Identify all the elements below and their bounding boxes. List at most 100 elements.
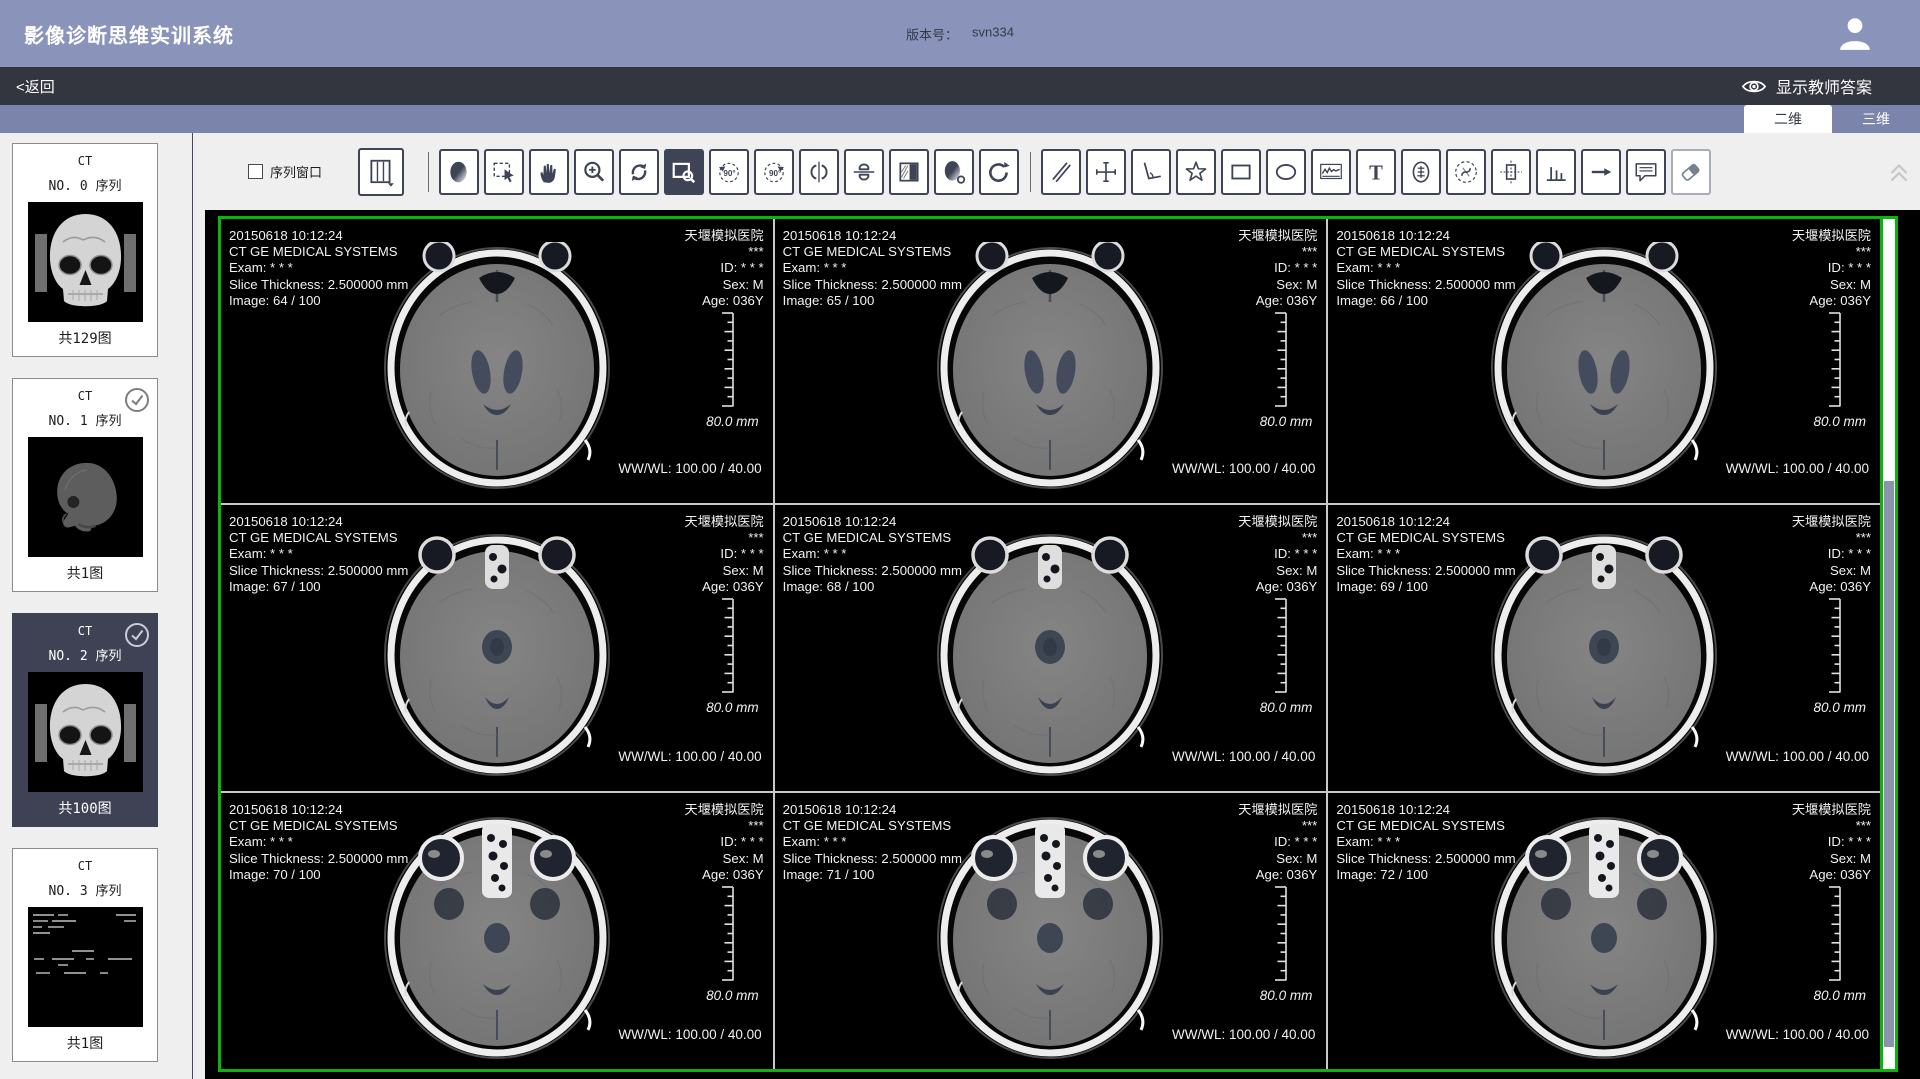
- series-card-3[interactable]: CTNO. 3 序列 共1图: [12, 848, 158, 1062]
- overlay-masked: ***: [1238, 244, 1317, 260]
- ct-brain-image: [381, 242, 613, 490]
- overlay-sex: Sex: M: [1238, 851, 1317, 867]
- overlay-datetime: 20150618 10:12:24: [783, 514, 962, 530]
- window-level-button[interactable]: [439, 149, 479, 195]
- scale-ruler: [720, 885, 735, 983]
- reset-button[interactable]: [979, 149, 1019, 195]
- ct-viewport-cell-5[interactable]: 20150618 10:12:24CT GE MEDICAL SYSTEMSEx…: [1328, 505, 1880, 791]
- series-modality: CT: [13, 154, 157, 168]
- ct-viewport-cell-3[interactable]: 20150618 10:12:24CT GE MEDICAL SYSTEMSEx…: [221, 505, 773, 791]
- ct-brain-image: [934, 242, 1166, 490]
- window-level-auto-button[interactable]: [934, 149, 974, 195]
- collapse-toolbar-button[interactable]: [1886, 159, 1912, 185]
- overlay-hospital: 天堰模拟医院: [1792, 514, 1871, 530]
- series-count: 共129图: [13, 328, 157, 348]
- ct-viewport-cell-7[interactable]: 20150618 10:12:24CT GE MEDICAL SYSTEMSEx…: [775, 793, 1327, 1069]
- tab-3d[interactable]: 三维: [1832, 105, 1920, 133]
- overlay-hospital: 天堰模拟医院: [1238, 514, 1317, 530]
- show-teacher-answer-button[interactable]: 显示教师答案: [1741, 67, 1872, 105]
- rotate-90-ccw-button[interactable]: 90°: [709, 149, 749, 195]
- cell-overlay-topright: 天堰模拟医院***ID: * * *Sex: MAge: 036Y: [1792, 802, 1871, 883]
- polygon-roi-button[interactable]: [1176, 149, 1216, 195]
- select-button[interactable]: [484, 149, 524, 195]
- tab-2d[interactable]: 二维: [1744, 105, 1832, 133]
- spline-roi-button[interactable]: [1446, 149, 1486, 195]
- window-level-label: WW/WL: 100.00 / 40.00: [618, 1027, 761, 1042]
- intensity-profile-icon: [1543, 159, 1569, 185]
- invert-button[interactable]: [889, 149, 929, 195]
- overlay-age: Age: 036Y: [1238, 293, 1317, 309]
- grid-roi-icon: [1498, 159, 1524, 185]
- flip-vertical-icon: [851, 159, 877, 185]
- pan-button[interactable]: [529, 149, 569, 195]
- measure-line-button[interactable]: [1041, 149, 1081, 195]
- overlay-age: Age: 036Y: [1792, 867, 1871, 883]
- overlay-hospital: 天堰模拟医院: [1792, 802, 1871, 818]
- series-modality: CT: [13, 859, 157, 873]
- overlay-sex: Sex: M: [1238, 563, 1317, 579]
- flip-horizontal-button[interactable]: [799, 149, 839, 195]
- scale-ruler-box: [720, 311, 735, 412]
- note-button[interactable]: [1626, 149, 1666, 195]
- viewer-scrollbar-thumb[interactable]: [1884, 481, 1894, 1047]
- measure-cross-icon: [1093, 159, 1119, 185]
- ct-image: [934, 529, 1166, 777]
- pan-icon: [536, 159, 562, 185]
- scale-ruler: [1827, 885, 1842, 983]
- layout-selector-button[interactable]: [358, 148, 404, 196]
- grid-roi-button[interactable]: [1491, 149, 1531, 195]
- ct-viewport-cell-2[interactable]: 20150618 10:12:24CT GE MEDICAL SYSTEMSEx…: [1328, 219, 1880, 503]
- measure-angle-button[interactable]: [1131, 149, 1171, 195]
- ct-viewport-cell-4[interactable]: 20150618 10:12:24CT GE MEDICAL SYSTEMSEx…: [775, 505, 1327, 791]
- cell-overlay-topright: 天堰模拟医院***ID: * * *Sex: MAge: 036Y: [1238, 514, 1317, 595]
- measure-cross-button[interactable]: [1086, 149, 1126, 195]
- viewer-scrollbar[interactable]: [1880, 219, 1895, 1069]
- arrow-annotation-button[interactable]: [1581, 149, 1621, 195]
- ellipse-stat-button[interactable]: [1401, 149, 1441, 195]
- ct-viewport-cell-1[interactable]: 20150618 10:12:24CT GE MEDICAL SYSTEMSEx…: [775, 219, 1327, 503]
- rotate-free-icon: [626, 159, 652, 185]
- text-annotation-button[interactable]: T: [1356, 149, 1396, 195]
- rect-roi-button[interactable]: [1221, 149, 1261, 195]
- rotate-90-cw-button[interactable]: 90°: [754, 149, 794, 195]
- intensity-profile-button[interactable]: [1536, 149, 1576, 195]
- window-level-label: WW/WL: 100.00 / 40.00: [1172, 749, 1315, 764]
- ct-viewport-cell-0[interactable]: 20150618 10:12:24CT GE MEDICAL SYSTEMSEx…: [221, 219, 773, 503]
- user-avatar-button[interactable]: [1836, 14, 1874, 52]
- curve-roi-button[interactable]: [1311, 149, 1351, 195]
- scale-ruler: [720, 311, 735, 409]
- magnify-roi-button[interactable]: [664, 149, 704, 195]
- series-card-0[interactable]: CTNO. 0 序列 共129图: [12, 143, 158, 357]
- overlay-age: Age: 036Y: [1238, 867, 1317, 883]
- overlay-patient-id: ID: * * *: [1238, 546, 1317, 562]
- series-window-checkbox[interactable]: 序列窗口: [248, 162, 322, 181]
- ct-viewport-cell-8[interactable]: 20150618 10:12:24CT GE MEDICAL SYSTEMSEx…: [1328, 793, 1880, 1069]
- flip-vertical-button[interactable]: [844, 149, 884, 195]
- overlay-masked: ***: [1792, 244, 1871, 260]
- svg-text:90°: 90°: [769, 168, 781, 177]
- scale-ruler: [720, 597, 735, 695]
- series-thumbnail: [28, 907, 143, 1027]
- back-button[interactable]: <返回: [16, 67, 55, 105]
- scale-ruler-box: [1273, 311, 1288, 412]
- series-card-2[interactable]: CTNO. 2 序列 共100图: [12, 613, 158, 827]
- collapse-toolbar-icon: [1886, 159, 1912, 185]
- ellipse-roi-button[interactable]: [1266, 149, 1306, 195]
- version-info: 版本号： svn334: [906, 24, 1014, 43]
- version-label: 版本号：: [906, 24, 958, 43]
- eraser-button[interactable]: [1671, 149, 1711, 195]
- scale-ruler: [1827, 597, 1842, 695]
- series-count: 共1图: [13, 563, 157, 583]
- overlay-patient-id: ID: * * *: [685, 834, 764, 850]
- ct-brain-image: [934, 812, 1166, 1060]
- scale-label: 80.0 mm: [706, 700, 759, 715]
- rotate-free-button[interactable]: [619, 149, 659, 195]
- overlay-patient-id: ID: * * *: [1238, 260, 1317, 276]
- overlay-patient-id: ID: * * *: [1238, 834, 1317, 850]
- scale-label: 80.0 mm: [1813, 700, 1866, 715]
- series-card-1[interactable]: CTNO. 1 序列 共1图: [12, 378, 158, 592]
- zoom-in-button[interactable]: [574, 149, 614, 195]
- ct-viewport-cell-6[interactable]: 20150618 10:12:24CT GE MEDICAL SYSTEMSEx…: [221, 793, 773, 1069]
- series-thumbnail: [28, 437, 143, 557]
- checkbox-icon: [248, 164, 263, 179]
